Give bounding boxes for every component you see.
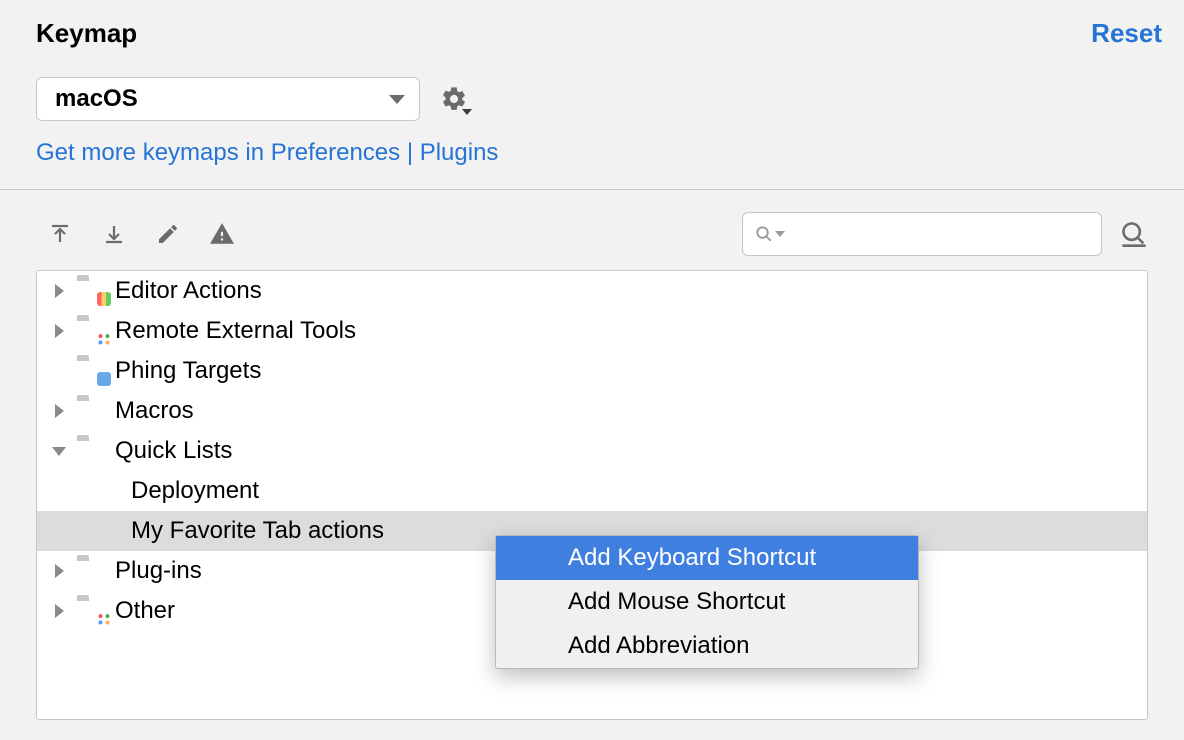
tree-item-label: Macros xyxy=(115,397,194,425)
tree-item-label: Plug-ins xyxy=(115,557,202,585)
expand-icon[interactable] xyxy=(49,404,69,418)
keymap-select[interactable]: macOS xyxy=(36,77,420,121)
tree-item-label: Deployment xyxy=(131,477,259,505)
warning-icon[interactable] xyxy=(208,220,236,248)
folder-icon xyxy=(77,280,107,302)
tree-item-label: Remote External Tools xyxy=(115,317,356,345)
tree-item-label: Editor Actions xyxy=(115,277,262,305)
folder-icon xyxy=(77,320,107,342)
keymap-select-value: macOS xyxy=(55,85,138,113)
get-more-keymaps-link[interactable]: Get more keymaps in Preferences | Plugin… xyxy=(0,121,1184,189)
tree-item[interactable]: Macros xyxy=(37,391,1147,431)
page-title: Keymap xyxy=(36,18,137,49)
chevron-down-icon xyxy=(462,109,472,115)
context-menu: Add Keyboard Shortcut Add Mouse Shortcut… xyxy=(495,535,919,669)
tree-item-label: Other xyxy=(115,597,175,625)
tree-item[interactable]: Remote External Tools xyxy=(37,311,1147,351)
chevron-down-icon xyxy=(775,231,785,237)
folder-icon xyxy=(77,400,107,422)
tree-item[interactable]: Editor Actions xyxy=(37,271,1147,311)
tree-item-label: Phing Targets xyxy=(115,357,261,385)
find-shortcut-button[interactable] xyxy=(1120,220,1148,248)
collapse-icon[interactable] xyxy=(49,447,69,456)
search-input-container[interactable] xyxy=(742,212,1102,256)
search-icon xyxy=(755,225,785,243)
tree-item-label: Quick Lists xyxy=(115,437,232,465)
keymap-tree: Editor Actions Remote External Tools Phi… xyxy=(36,270,1148,720)
chevron-down-icon xyxy=(389,95,405,104)
tree-item-label: My Favorite Tab actions xyxy=(131,517,384,545)
reset-link[interactable]: Reset xyxy=(1091,18,1162,49)
folder-icon xyxy=(77,440,107,462)
menu-item-add-keyboard-shortcut[interactable]: Add Keyboard Shortcut xyxy=(496,536,918,580)
menu-item-add-abbreviation[interactable]: Add Abbreviation xyxy=(496,624,918,668)
expand-all-button[interactable] xyxy=(46,220,74,248)
tree-item[interactable]: Deployment xyxy=(37,471,1147,511)
keymap-actions-button[interactable] xyxy=(440,85,468,113)
folder-icon xyxy=(77,360,107,382)
collapse-all-button[interactable] xyxy=(100,220,128,248)
expand-icon[interactable] xyxy=(49,284,69,298)
menu-item-add-mouse-shortcut[interactable]: Add Mouse Shortcut xyxy=(496,580,918,624)
tree-item[interactable]: Phing Targets xyxy=(37,351,1147,391)
folder-icon xyxy=(77,600,107,622)
expand-icon[interactable] xyxy=(49,324,69,338)
tree-item[interactable]: Quick Lists xyxy=(37,431,1147,471)
edit-button[interactable] xyxy=(154,220,182,248)
expand-icon[interactable] xyxy=(49,604,69,618)
search-input[interactable] xyxy=(791,223,1089,246)
folder-icon xyxy=(77,560,107,582)
expand-icon[interactable] xyxy=(49,564,69,578)
